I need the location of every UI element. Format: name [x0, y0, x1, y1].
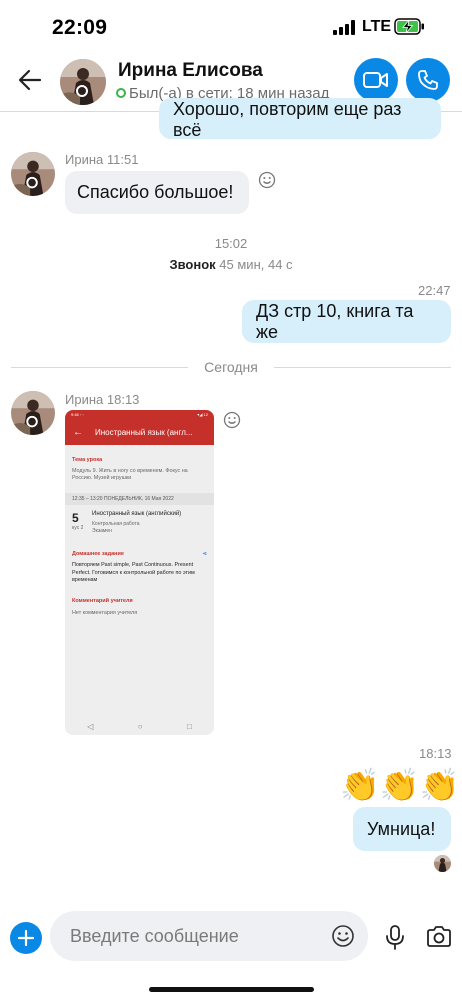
message-time: 22:47 [418, 283, 451, 298]
read-receipt-avatar [434, 855, 451, 872]
sender-name: Ирина [65, 392, 104, 407]
date-divider: Сегодня [204, 359, 258, 375]
attachment-nav-recent-icon: □ [186, 721, 192, 731]
sender-avatar[interactable] [11, 391, 55, 435]
microphone-icon[interactable] [385, 925, 405, 951]
attachment-status-bar: 9:46 ◦ ◦ ▾◢ 12 [65, 410, 214, 419]
signal-bars-icon [333, 20, 357, 35]
back-arrow-icon[interactable] [16, 66, 44, 94]
status-time: 22:09 [52, 16, 108, 39]
audio-call-button[interactable] [406, 58, 450, 102]
message-meta: Ирина 18:13 [65, 392, 139, 407]
message-time: 18:13 [106, 392, 140, 407]
emoji-message[interactable]: 👏👏👏 [340, 766, 460, 804]
attachment-back-arrow-icon: ← [73, 426, 83, 438]
attachment-title: Иностранный язык (англ... [95, 427, 193, 437]
sender-avatar[interactable] [11, 152, 55, 196]
sender-name: Ирина [65, 152, 104, 167]
attachment-nav-bar: ◁ ○ □ [65, 717, 214, 735]
message-text: Умница! [367, 818, 436, 839]
phone-icon [418, 70, 438, 90]
attachment-homework-label: Домашнее задание [72, 551, 124, 558]
attach-plus-button[interactable] [10, 922, 42, 954]
call-duration: 45 мин, 44 с [219, 257, 293, 272]
message-input[interactable] [70, 911, 320, 961]
attachment-homework-text: Повторяем Past simple, Past Continuous. … [72, 562, 195, 583]
attachment-topic-text: Модуль 9. Жить в ногу со временем. Фокус… [72, 468, 188, 482]
call-event[interactable]: Звонок 45 мин, 44 с [0, 257, 462, 272]
divider-line [274, 367, 451, 368]
avatar[interactable] [60, 59, 106, 105]
add-reaction-icon[interactable] [223, 411, 241, 429]
message-bubble-outgoing[interactable]: ДЗ стр 10, книга та же [242, 300, 451, 343]
message-text: Спасибо большое! [77, 182, 234, 202]
video-call-button[interactable] [354, 58, 398, 102]
network-type: LTE [362, 18, 392, 35]
image-attachment[interactable]: 9:46 ◦ ◦ ▾◢ 12 ← Иностранный язык (англ.… [65, 410, 214, 735]
message-composer [50, 911, 368, 961]
message-text: Хорошо, повторим еще раз всё [173, 98, 402, 140]
attachment-share-icon: ⋖ [202, 551, 207, 558]
attachment-status-left: 9:46 ◦ ◦ [71, 412, 84, 417]
attachment-app-bar: ← Иностранный язык (англ... [65, 419, 214, 445]
status-bar: 22:09 LTE [0, 0, 462, 50]
call-label: Звонок [169, 257, 216, 272]
divider-line [11, 367, 188, 368]
call-time: 15:02 [214, 236, 248, 251]
camera-icon[interactable] [426, 926, 452, 948]
home-indicator [149, 987, 314, 992]
attachment-nav-home-icon: ○ [137, 721, 143, 731]
plus-icon [17, 929, 35, 947]
attachment-lesson: 5 кус 2 Иностранный язык (английский) Ко… [65, 505, 214, 542]
message-bubble-outgoing[interactable]: Хорошо, повторим еще раз всё [159, 98, 441, 140]
message-bubble-incoming[interactable]: Спасибо большое! [65, 171, 249, 214]
message-bubble-outgoing[interactable]: Умница! [353, 807, 451, 851]
charging-battery-icon [394, 18, 424, 35]
attachment-lesson-tag: Экзамен [92, 528, 112, 535]
attachment-status-right: ▾◢ 12 [197, 412, 208, 417]
presence-dot-icon [116, 88, 126, 98]
video-camera-icon [363, 72, 388, 88]
attachment-nav-back-icon: ◁ [87, 721, 94, 731]
add-reaction-icon[interactable] [258, 171, 276, 189]
attachment-lesson-tag: Контрольная работа [92, 521, 140, 528]
attachment-lesson-number: 5 [72, 510, 79, 525]
emoji-icon[interactable] [331, 924, 355, 948]
attachment-comment-text: Нет комментария учителя [72, 610, 138, 617]
attachment-time-band: 12:35 – 13:20 ПОНЕДЕЛЬНИК, 16 Мая 2022 [65, 492, 214, 505]
contact-name[interactable]: Ирина Елисова [118, 60, 263, 82]
message-meta: Ирина 11:51 [65, 152, 138, 167]
attachment-lesson-title: Иностранный язык (английский) [92, 510, 182, 517]
attachment-lesson-room: кус 2 [72, 524, 84, 531]
message-time: 18:13 [419, 746, 452, 761]
message-text: ДЗ стр 10, книга та же [256, 300, 414, 342]
message-time: 11:51 [106, 152, 139, 167]
